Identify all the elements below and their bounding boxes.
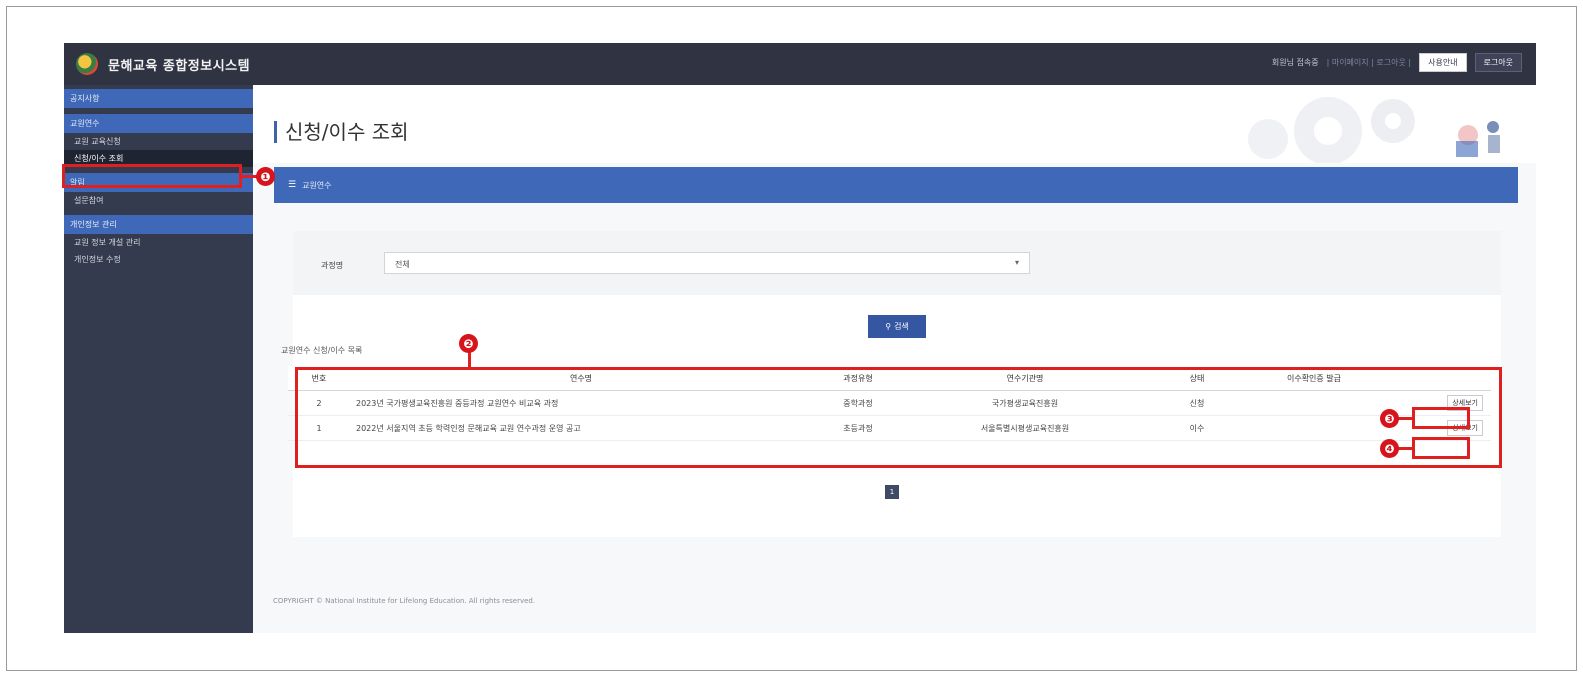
callout-line-4 xyxy=(1398,447,1412,450)
sidebar-item-status[interactable]: 신청/이수 조회 xyxy=(64,150,253,167)
col-number: 번호 xyxy=(288,366,350,391)
callout-marker-2: ❷ xyxy=(459,334,478,353)
page-title: 신청/이수 조회 xyxy=(274,121,409,143)
search-button[interactable]: ⚲ 검색 xyxy=(868,315,926,338)
header-decoration-illustration xyxy=(1248,97,1500,163)
chevron-down-icon: ▾ xyxy=(1014,258,1019,267)
sidebar-item-teacher-info[interactable]: 교원 정보 개설 관리 xyxy=(64,234,253,251)
app-window: 문해교육 종합정보시스템 회원님 접속중 | 마이페이지 | 로그아웃 | 사용… xyxy=(64,43,1536,633)
row-title: 2023년 국가평생교육진흥원 중등과정 교원연수 비교육 과정 xyxy=(350,390,812,416)
logout-button[interactable]: 로그아웃 xyxy=(1474,53,1522,72)
callout-marker-3: ❸ xyxy=(1380,409,1399,428)
section-bar: ☰ 교원연수 xyxy=(274,167,1518,203)
callout-marker-1: ❶ xyxy=(256,167,275,186)
row-cert xyxy=(1248,390,1380,416)
list-title: 교원연수 신청/이수 목록 xyxy=(281,346,363,355)
row-org: 국가평생교육진흥원 xyxy=(904,390,1146,416)
table-row: 2 2023년 국가평생교육진흥원 중등과정 교원연수 비교육 과정 중학과정 … xyxy=(288,390,1491,416)
guide-button[interactable]: 사용안내 xyxy=(1419,53,1467,72)
row-type: 중학과정 xyxy=(812,390,904,416)
filter-box: 과정명 전체 ▾ xyxy=(293,231,1501,295)
result-table: 번호 연수명 과정유형 연수기관명 상태 이수확인증 발급 2 2023년 국가… xyxy=(288,366,1491,441)
sidebar-category-notification[interactable]: 알림 xyxy=(64,173,253,192)
copyright-text: COPYRIGHT © National Institute for Lifel… xyxy=(273,597,536,605)
sidebar-category-personal[interactable]: 개인정보 관리 xyxy=(64,215,253,234)
row-number: 2 xyxy=(288,390,350,416)
table-header-row: 번호 연수명 과정유형 연수기관명 상태 이수확인증 발급 xyxy=(288,366,1491,391)
logo-icon xyxy=(76,53,98,75)
row-status: 이수 xyxy=(1146,415,1248,441)
sidebar-category-training[interactable]: 교원연수 xyxy=(64,114,253,133)
col-action xyxy=(1380,366,1491,391)
top-links[interactable]: | 마이페이지 | 로그아웃 | xyxy=(1327,57,1412,68)
callout-line-3 xyxy=(1398,417,1412,420)
top-right-area: 회원님 접속중 | 마이페이지 | 로그아웃 | 사용안내 로그아웃 xyxy=(1272,53,1522,72)
search-icon: ⚲ xyxy=(885,322,892,331)
pagination-page-1[interactable]: 1 xyxy=(885,485,899,499)
col-type: 과정유형 xyxy=(812,366,904,391)
row-status: 신청 xyxy=(1146,390,1248,416)
course-select[interactable]: 전체 ▾ xyxy=(384,252,1030,274)
detail-button[interactable]: 상세보기 xyxy=(1447,395,1483,411)
filter-label: 과정명 xyxy=(321,261,344,270)
sidebar-item-profile[interactable]: 개인정보 수정 xyxy=(64,251,253,268)
search-button-label: 검색 xyxy=(894,322,909,331)
detail-button[interactable]: 상세보기 xyxy=(1447,420,1483,436)
row-type: 초등과정 xyxy=(812,415,904,441)
top-bar: 문해교육 종합정보시스템 회원님 접속중 | 마이페이지 | 로그아웃 | 사용… xyxy=(64,43,1536,85)
sidebar-item-apply[interactable]: 교원 교육신청 xyxy=(64,133,253,150)
table-row: 1 2022년 서울지역 초등 학력인정 문해교육 교원 연수과정 운영 공고 … xyxy=(288,415,1491,441)
callout-line-2 xyxy=(468,352,471,368)
logo[interactable]: 문해교육 종합정보시스템 xyxy=(76,53,250,75)
sidebar-category-notice[interactable]: 공지사항 xyxy=(64,89,253,108)
col-org: 연수기관명 xyxy=(904,366,1146,391)
logo-text: 문해교육 종합정보시스템 xyxy=(108,58,251,74)
list-card: 과정명 전체 ▾ ⚲ 검색 교원연수 신청/이수 목록 번호 연수명 과정유형 … xyxy=(281,231,1501,537)
callout-marker-4: ❹ xyxy=(1380,439,1399,458)
row-number: 1 xyxy=(288,415,350,441)
col-status: 상태 xyxy=(1146,366,1248,391)
user-info: 회원님 접속중 xyxy=(1271,58,1319,67)
col-cert: 이수확인증 발급 xyxy=(1248,366,1380,391)
section-label: 교원연수 xyxy=(302,180,332,190)
person-icon: ☰ xyxy=(288,180,297,190)
col-title: 연수명 xyxy=(350,366,812,391)
row-org: 서울특별시평생교육진흥원 xyxy=(904,415,1146,441)
row-title: 2022년 서울지역 초등 학력인정 문해교육 교원 연수과정 운영 공고 xyxy=(350,415,812,441)
sidebar: 공지사항 교원연수 교원 교육신청 신청/이수 조회 알림 설문참여 개인정보 … xyxy=(64,85,253,633)
row-cert xyxy=(1248,415,1380,441)
sidebar-item-survey[interactable]: 설문참여 xyxy=(64,192,253,209)
main-content: 신청/이수 조회 ☰ 교원연수 과정명 전체 ▾ ⚲ 검색 교원연수 신청/이수… xyxy=(253,85,1536,633)
page-header: 신청/이수 조회 xyxy=(253,85,1536,163)
course-select-value: 전체 xyxy=(395,260,410,269)
